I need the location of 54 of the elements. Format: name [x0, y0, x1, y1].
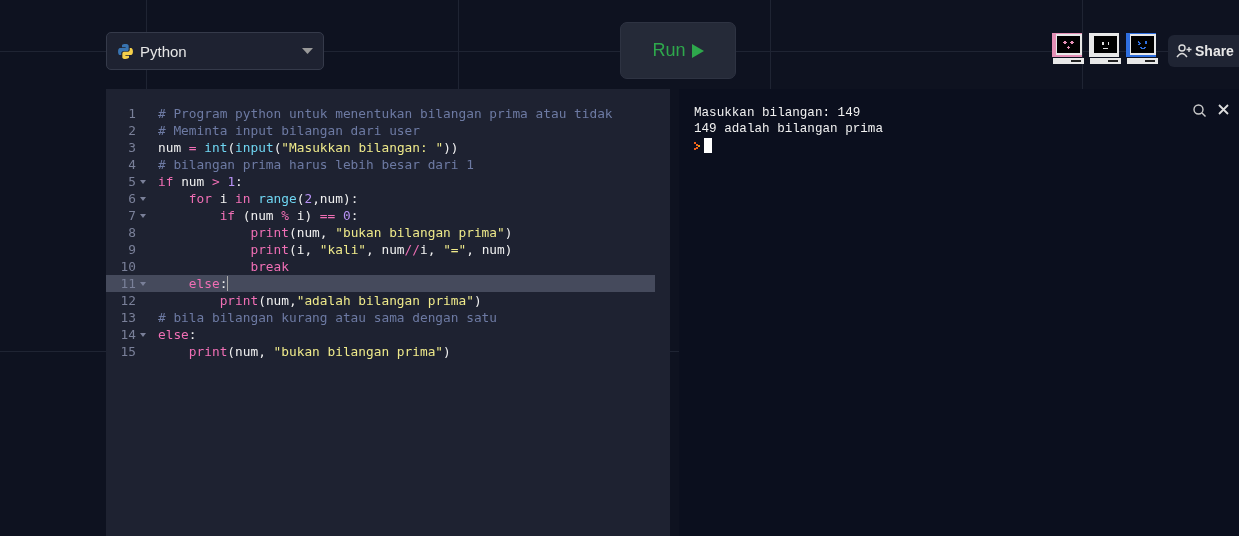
- line-number: 8: [127, 225, 136, 240]
- code-line: num = int(input("Masukkan bilangan: ")): [157, 140, 459, 155]
- caret-icon: [302, 48, 313, 54]
- line-number: 3: [127, 140, 136, 155]
- prompt-icon: [694, 141, 700, 150]
- share-button[interactable]: Share: [1168, 35, 1239, 67]
- language-dropdown[interactable]: Python: [106, 32, 324, 70]
- run-button[interactable]: Run: [620, 22, 736, 79]
- code-line: else:: [187, 276, 228, 291]
- code-line: # bilangan prima harus lebih besar dari 1: [157, 157, 474, 172]
- computer-avatar-icon[interactable]: [1051, 31, 1086, 66]
- text-cursor: [227, 276, 229, 291]
- computer-avatar-icon[interactable]: [1125, 31, 1160, 66]
- fold-caret-icon[interactable]: [140, 213, 146, 218]
- line-number: 5: [127, 174, 136, 189]
- fold-caret-icon[interactable]: [140, 281, 146, 286]
- line-number: 12: [119, 293, 136, 308]
- code-line: if (num % i) == 0:: [218, 208, 359, 223]
- close-icon[interactable]: [1218, 104, 1229, 115]
- terminal-cursor: [704, 138, 712, 153]
- line-number: 2: [127, 123, 136, 138]
- fold-caret-icon[interactable]: [140, 332, 146, 337]
- code-line: # Meminta input bilangan dari user: [157, 123, 420, 138]
- code-line: break: [249, 259, 289, 274]
- line-number: 10: [119, 259, 136, 274]
- line-number: 9: [127, 242, 136, 257]
- code-line: print(num, "bukan bilangan prima"): [187, 344, 451, 359]
- code-line: print(i, "kali", num//i, "=", num): [249, 242, 513, 257]
- line-number: 4: [127, 157, 136, 172]
- code-editor[interactable]: [106, 89, 670, 536]
- line-number: 14: [119, 327, 136, 342]
- code-line: for i in range(2,num):: [187, 191, 359, 206]
- line-number: 15: [119, 344, 136, 359]
- fold-caret-icon[interactable]: [140, 196, 146, 201]
- code-line: print(num, "bukan bilangan prima"): [249, 225, 513, 240]
- code-line: if num > 1:: [157, 174, 243, 189]
- line-number: 1: [127, 106, 136, 121]
- code-line: print(num,"adalah bilangan prima"): [218, 293, 482, 308]
- line-number: 13: [119, 310, 136, 325]
- line-number: 6: [127, 191, 136, 206]
- line-number: 7: [127, 208, 136, 223]
- play-icon: [691, 43, 704, 58]
- line-number: 11: [119, 276, 136, 291]
- console-line: 149 adalah bilangan prima: [694, 121, 883, 137]
- computer-avatar-icon[interactable]: [1088, 31, 1123, 66]
- add-person-icon: [1176, 44, 1192, 58]
- code-line: # bila bilangan kurang atau sama dengan satu: [157, 310, 497, 325]
- python-logo-icon: [117, 42, 134, 60]
- fold-caret-icon[interactable]: [140, 179, 146, 184]
- code-line: else:: [157, 327, 197, 342]
- search-icon[interactable]: [1193, 104, 1206, 117]
- console-panel[interactable]: Masukkan bilangan: 149 149 adalah bilangan prima: [679, 89, 1239, 536]
- console-line: Masukkan bilangan: 149: [694, 105, 861, 121]
- code-line: # Program python untuk menentukan bilangan prima atau tidak: [157, 106, 613, 121]
